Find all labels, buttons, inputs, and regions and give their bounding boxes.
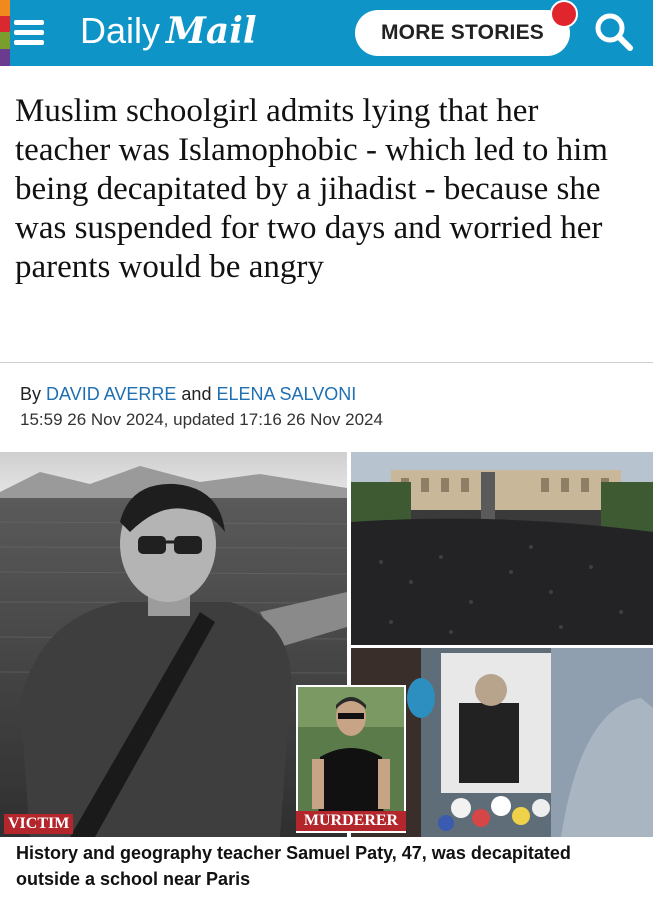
murderer-label: MURDERER	[296, 811, 406, 831]
logo-mail: Mail	[166, 10, 257, 52]
hamburger-menu-icon[interactable]	[0, 0, 62, 66]
byline-prefix: By	[20, 384, 42, 404]
crowd-photo[interactable]	[351, 452, 653, 645]
notification-dot	[550, 0, 578, 28]
hamburger-line	[14, 20, 44, 25]
article-headline: Muslim schoolgirl admits lying that her …	[15, 93, 608, 285]
logo-daily: Daily	[80, 10, 161, 51]
divider	[0, 362, 653, 363]
murderer-photo-art	[298, 687, 404, 831]
hamburger-stripe	[0, 16, 10, 32]
hamburger-stripe	[0, 0, 10, 16]
crowd-photo-art	[351, 452, 653, 645]
victim-label: VICTIM	[4, 814, 74, 834]
top-bar: Daily Mail MORE STORIES	[0, 0, 653, 66]
more-stories-button[interactable]: MORE STORIES	[355, 10, 570, 56]
site-logo[interactable]: Daily Mail	[80, 9, 257, 53]
hamburger-stripe	[0, 32, 10, 49]
author-link-1[interactable]: DAVID AVERRE	[46, 384, 176, 404]
hamburger-line	[14, 30, 44, 35]
search-icon[interactable]	[592, 10, 636, 54]
victim-photo[interactable]	[0, 452, 347, 837]
article-timestamp: 15:59 26 Nov 2024, updated 17:16 26 Nov …	[20, 410, 383, 429]
victim-photo-art	[0, 452, 347, 837]
author-link-2[interactable]: ELENA SALVONI	[216, 384, 356, 404]
byline-joiner: and	[181, 384, 212, 404]
hamburger-line	[14, 40, 44, 45]
byline: By DAVID AVERRE and ELENA SALVONI	[20, 382, 356, 406]
image-caption: History and geography teacher Samuel Pat…	[16, 843, 571, 889]
hamburger-stripe	[0, 49, 10, 66]
